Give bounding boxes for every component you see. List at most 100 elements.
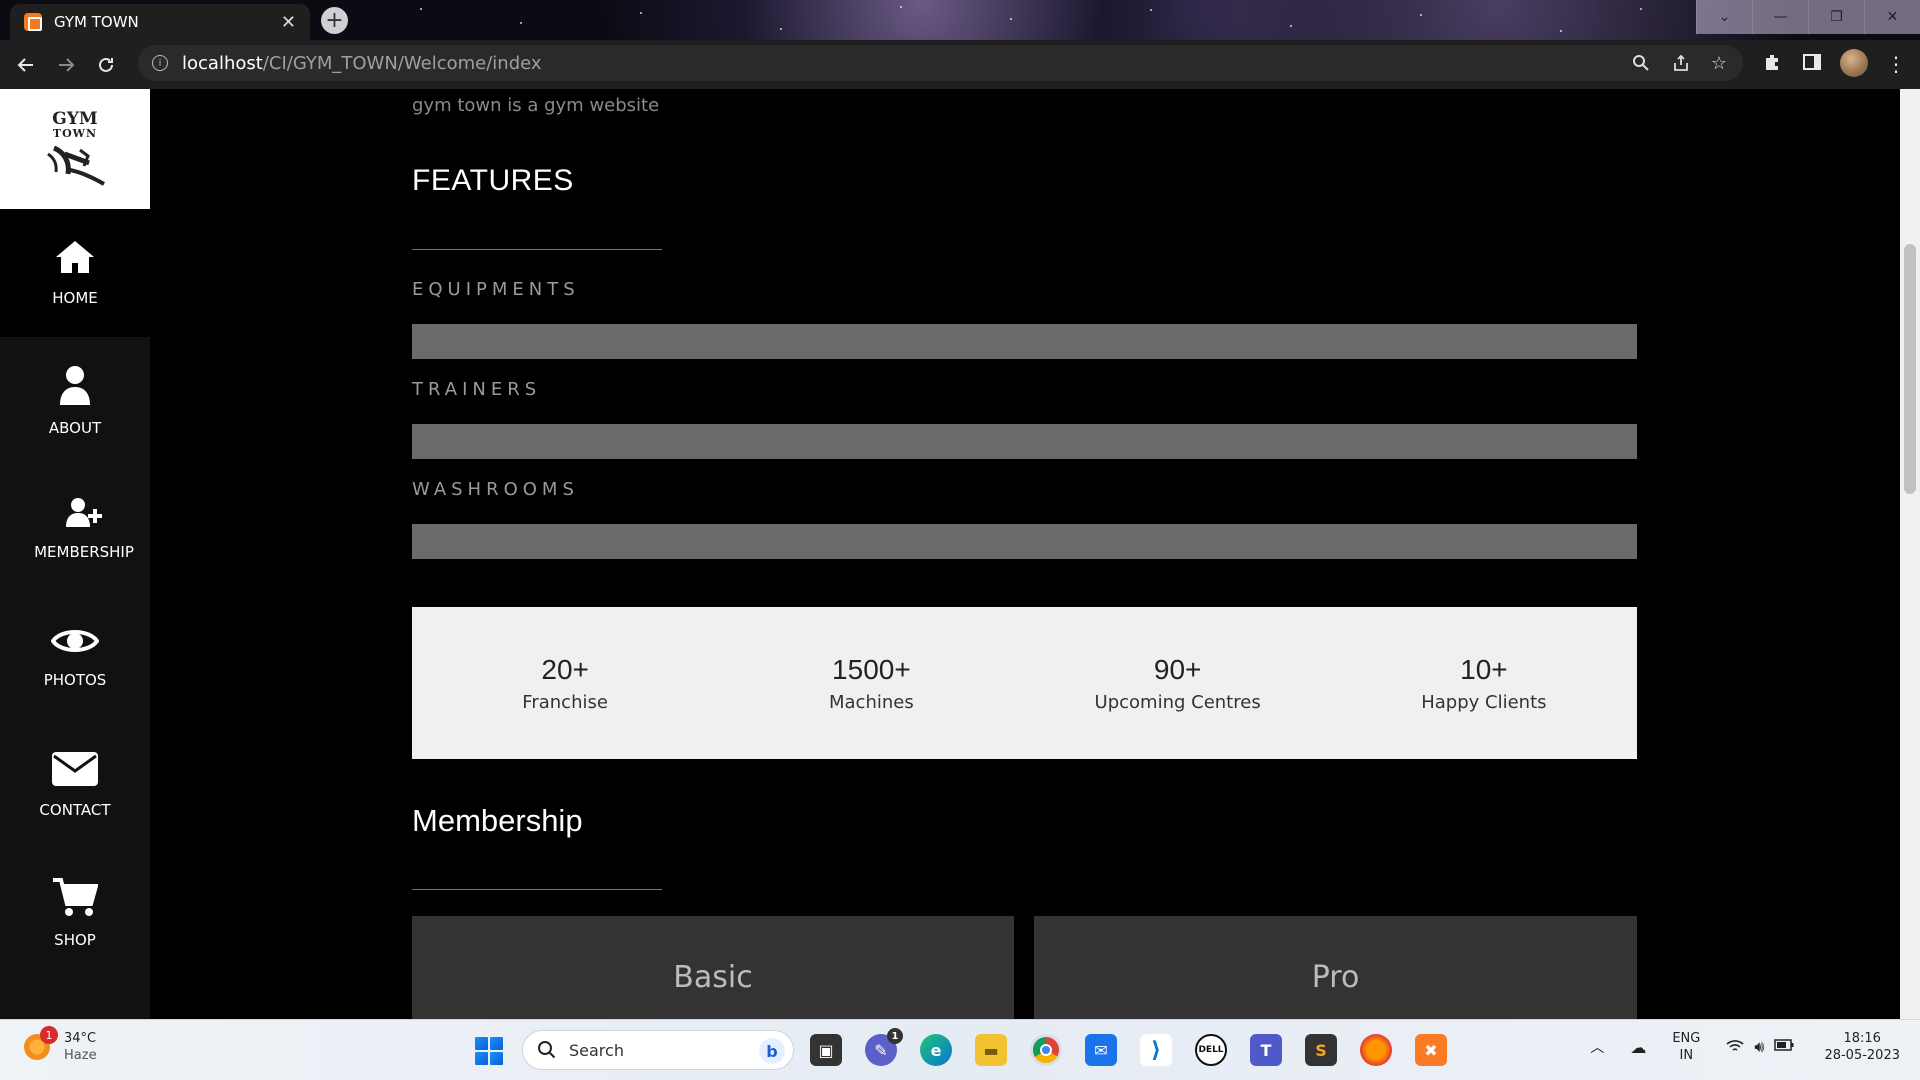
search-placeholder: Search xyxy=(569,1040,624,1060)
star-decoration xyxy=(900,6,902,8)
vscode-icon[interactable]: ⟩ xyxy=(1140,1034,1172,1066)
wifi-icon[interactable] xyxy=(1726,1038,1744,1057)
zoom-search-icon[interactable] xyxy=(1631,53,1651,73)
bookmark-star-icon[interactable]: ☆ xyxy=(1709,53,1729,74)
sidebar-item-about[interactable]: ABOUT xyxy=(0,337,150,465)
dell-icon[interactable]: DELL xyxy=(1195,1034,1227,1066)
stat-label: Upcoming Centres xyxy=(1094,691,1261,713)
edge-icon[interactable]: e xyxy=(920,1034,952,1066)
back-arrow-icon xyxy=(17,57,33,72)
new-tab-button[interactable]: + xyxy=(321,7,348,34)
url-path: /CI/GYM_TOWN/Welcome/index xyxy=(262,52,542,74)
plan-card-basic[interactable]: Basic xyxy=(412,916,1014,1019)
clock[interactable]: 18:16 28-05-2023 xyxy=(1824,1030,1900,1064)
weather-temperature: 34°C xyxy=(64,1031,97,1046)
page-scrollbar[interactable] xyxy=(1900,89,1920,1019)
bing-icon[interactable]: b xyxy=(759,1038,785,1064)
stat-value: 10+ xyxy=(1460,653,1508,685)
site-info-icon[interactable]: i xyxy=(152,55,168,71)
reload-icon xyxy=(99,57,113,72)
star-decoration xyxy=(1010,18,1012,20)
teams-chat-icon[interactable]: ✎ 1 xyxy=(865,1028,903,1066)
tray-overflow-icon[interactable]: ︿ xyxy=(1590,1037,1604,1057)
stats-panel: 20+ Franchise 1500+ Machines 90+ Upcomin… xyxy=(412,607,1637,759)
tab-search-button[interactable]: ⌄ xyxy=(1696,0,1752,34)
minimize-button[interactable]: — xyxy=(1752,0,1808,34)
browser-tab-active[interactable]: GYM TOWN ✕ xyxy=(10,4,310,40)
sidebar-item-label: MEMBERSHIP xyxy=(34,543,134,561)
volume-icon[interactable]: 🔊︎ xyxy=(1754,1037,1764,1057)
sidebar-item-shop[interactable]: SHOP xyxy=(0,849,150,977)
chat-badge: 1 xyxy=(887,1028,903,1044)
membership-divider xyxy=(412,889,662,890)
firefox-icon[interactable] xyxy=(1360,1034,1392,1066)
file-explorer-icon[interactable]: ▬ xyxy=(975,1034,1007,1066)
plan-card-pro[interactable]: Pro xyxy=(1034,916,1637,1019)
extensions-icon[interactable] xyxy=(1762,52,1782,77)
star-decoration xyxy=(780,28,782,30)
reload-button[interactable] xyxy=(86,45,126,85)
forward-arrow-icon xyxy=(59,57,75,72)
onedrive-icon[interactable]: ☁ xyxy=(1630,1038,1646,1057)
star-decoration xyxy=(1640,8,1642,10)
sidebar-item-membership[interactable]: MEMBERSHIP xyxy=(0,465,150,593)
browser-menu-icon[interactable]: ⋮ xyxy=(1886,52,1906,76)
stat-value: 90+ xyxy=(1153,653,1202,685)
stat-upcoming-centres: 90+ Upcoming Centres xyxy=(1025,607,1331,759)
dumbbell-logo-icon xyxy=(47,145,105,186)
star-decoration xyxy=(520,22,522,24)
tab-close-icon[interactable]: ✕ xyxy=(281,12,296,33)
features-heading: FEATURES xyxy=(412,164,574,197)
clock-time: 18:16 xyxy=(1843,1031,1881,1046)
home-icon xyxy=(56,241,94,273)
taskbar-search[interactable]: Search b xyxy=(522,1030,794,1070)
sidebar-item-contact[interactable]: CONTACT xyxy=(0,721,150,849)
stat-machines: 1500+ Machines xyxy=(718,607,1024,759)
star-decoration xyxy=(640,12,642,14)
stat-label: Machines xyxy=(829,691,914,713)
battery-icon[interactable] xyxy=(1774,1039,1794,1055)
feature-bar-equipments xyxy=(412,324,1637,359)
mail-icon[interactable]: ✉ xyxy=(1085,1034,1117,1066)
start-button[interactable] xyxy=(475,1037,503,1065)
chrome-icon[interactable] xyxy=(1030,1034,1062,1066)
plan-name: Pro xyxy=(1311,960,1360,995)
sublime-text-icon[interactable]: S xyxy=(1305,1034,1337,1066)
share-icon[interactable] xyxy=(1671,53,1691,73)
url-host: localhost xyxy=(182,52,263,74)
feature-label-equipments: EQUIPMENTS xyxy=(412,279,580,300)
sidebar-item-home[interactable]: HOME xyxy=(0,209,150,337)
address-bar[interactable]: i localhost/CI/GYM_TOWN/Welcome/index ☆ xyxy=(138,45,1743,81)
scrollbar-thumb[interactable] xyxy=(1904,244,1916,494)
features-divider xyxy=(412,249,662,250)
star-decoration xyxy=(1560,30,1562,32)
logo-text: GYM xyxy=(52,109,98,129)
windows-taskbar: 1 34°C Haze Search b ▣ ✎ 1 e ▬ ✉ ⟩ DELL T… xyxy=(0,1019,1920,1080)
feature-bar-washrooms xyxy=(412,524,1637,559)
profile-avatar[interactable] xyxy=(1840,49,1868,77)
side-panel-icon[interactable] xyxy=(1802,52,1822,77)
task-view-icon[interactable]: ▣ xyxy=(810,1034,842,1066)
gym-town-logo[interactable]: GYM TOWN xyxy=(0,89,150,209)
plan-name: Basic xyxy=(673,960,753,995)
user-plus-icon xyxy=(66,498,102,527)
teams-icon[interactable]: T xyxy=(1250,1034,1282,1066)
language-indicator[interactable]: ENG IN xyxy=(1672,1030,1700,1064)
star-decoration xyxy=(1150,9,1152,11)
weather-condition: Haze xyxy=(64,1048,97,1063)
stat-value: 20+ xyxy=(541,653,589,685)
back-button[interactable] xyxy=(6,45,46,85)
search-icon xyxy=(538,1041,556,1059)
close-window-button[interactable]: ✕ xyxy=(1864,0,1920,34)
sidebar-item-photos[interactable]: PHOTOS xyxy=(0,593,150,721)
sidebar-item-label: PHOTOS xyxy=(43,671,107,689)
cart-icon xyxy=(53,878,98,916)
forward-button[interactable] xyxy=(46,45,86,85)
tab-favicon-icon xyxy=(24,13,42,31)
restore-button[interactable]: ❐ xyxy=(1808,0,1864,34)
feature-label-washrooms: WASHROOMS xyxy=(412,479,579,500)
sidebar-item-label: HOME xyxy=(52,289,98,307)
weather-widget[interactable]: 1 34°C Haze xyxy=(24,1026,97,1064)
xampp-icon[interactable]: ✖ xyxy=(1415,1034,1447,1066)
browser-tab-strip: GYM TOWN ✕ + ⌄ — ❐ ✕ xyxy=(0,0,1920,40)
